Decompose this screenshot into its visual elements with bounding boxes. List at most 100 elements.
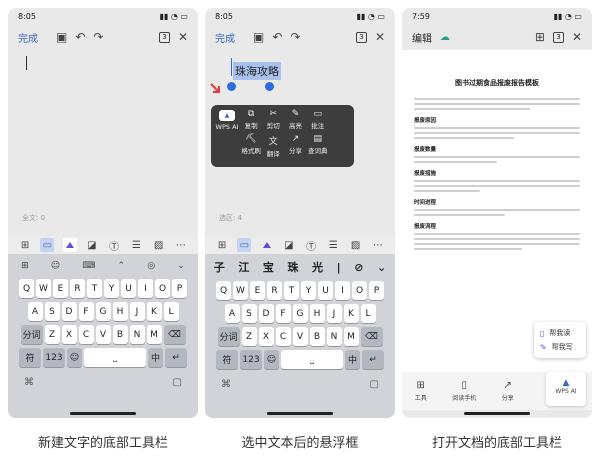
done-button[interactable]: 完成 (215, 30, 235, 45)
key[interactable]: E (250, 281, 265, 300)
selected-text[interactable]: 珠海攻略 (233, 62, 281, 80)
key[interactable]: O (155, 279, 170, 298)
key[interactable]: H (112, 302, 128, 321)
close-icon[interactable]: ✕ (572, 31, 582, 43)
selection-handle-end[interactable] (265, 82, 274, 91)
key[interactable]: X (258, 327, 274, 346)
key[interactable]: I (138, 279, 153, 298)
key[interactable]: C (78, 325, 94, 344)
backspace-key[interactable]: ⌫ (163, 325, 186, 344)
kb-collapse-icon[interactable]: ⌄ (177, 261, 185, 271)
more-icon[interactable]: ⋯ (371, 238, 385, 252)
candidate[interactable]: 江 (238, 259, 249, 275)
cloud-sync-icon[interactable]: ☁ (440, 32, 450, 43)
number-key[interactable]: 123 (43, 348, 65, 367)
lang-key[interactable]: 中 (345, 350, 360, 369)
save-icon[interactable]: ▣ (56, 31, 67, 43)
copy-button[interactable]: ⧉ 复制 (240, 109, 262, 130)
dictionary-button[interactable]: ▤ 查词典 (307, 134, 329, 158)
keyboard-switch-icon[interactable]: ⌘ (24, 377, 34, 388)
candidate[interactable]: 子 (214, 259, 225, 275)
key[interactable]: T (87, 279, 102, 298)
kb-emoji-icon[interactable]: ☺ (51, 261, 60, 271)
key[interactable]: X (61, 325, 77, 344)
key[interactable]: G (292, 304, 308, 323)
page-count-button[interactable]: 3 (158, 31, 170, 43)
key[interactable]: A (27, 302, 43, 321)
undo-icon[interactable]: ↶ (75, 31, 85, 43)
key[interactable]: L (163, 302, 179, 321)
key[interactable]: P (369, 281, 384, 300)
number-key[interactable]: 123 (240, 350, 262, 369)
selection-handle-start[interactable] (227, 82, 236, 91)
redo-icon[interactable]: ↷ (93, 31, 103, 43)
save-icon[interactable]: ▣ (253, 31, 264, 43)
grid-icon[interactable]: ⊞ (18, 238, 32, 252)
keyboard-icon[interactable]: ▭ (40, 238, 55, 252)
clipboard-icon[interactable]: ▢ (173, 377, 182, 388)
key[interactable]: R (267, 281, 282, 300)
mobile-view-button[interactable]: ▯ 阅读手机 (452, 380, 476, 402)
candidate-expand-icon[interactable]: ⌄ (377, 261, 386, 274)
grid-icon[interactable]: ⊞ (535, 31, 545, 43)
share-button[interactable]: ↗ 分享 (502, 380, 514, 402)
candidate-block-icon[interactable]: ⊘ (354, 261, 363, 274)
key[interactable]: Y (301, 281, 316, 300)
candidate[interactable]: 光 (312, 259, 323, 275)
space-key[interactable]: ⎵ (84, 348, 146, 367)
wps-ai-icon[interactable] (260, 238, 274, 252)
key[interactable]: O (352, 281, 367, 300)
key[interactable]: N (129, 325, 145, 344)
clipboard-icon[interactable]: ▢ (370, 379, 379, 390)
redo-icon[interactable]: ↷ (290, 31, 300, 43)
list-icon[interactable]: ☰ (326, 238, 340, 252)
key[interactable]: M (146, 325, 162, 344)
space-key[interactable]: ⎵ (281, 350, 343, 369)
key[interactable]: F (78, 302, 94, 321)
text-style-icon[interactable]: Ⓣ (304, 238, 318, 253)
keyboard-icon[interactable]: ▭ (237, 238, 252, 252)
key[interactable]: F (275, 304, 291, 323)
candidate[interactable]: 珠 (287, 259, 298, 275)
keyboard-switch-icon[interactable]: ⌘ (221, 379, 231, 390)
key[interactable]: N (326, 327, 342, 346)
key[interactable]: S (44, 302, 60, 321)
list-icon[interactable]: ☰ (129, 238, 143, 252)
format-icon[interactable]: ◪ (85, 238, 99, 252)
key[interactable]: T (284, 281, 299, 300)
kb-mic-icon[interactable]: ◎ (147, 261, 155, 271)
key[interactable]: B (309, 327, 325, 346)
key[interactable]: I (335, 281, 350, 300)
wps-ai-icon[interactable] (62, 238, 77, 252)
kb-keyboard-icon[interactable]: ⌨ (82, 261, 95, 271)
wps-ai-button[interactable]: ▲ WPS AI (546, 372, 586, 406)
help-write-button[interactable]: ✎ 帮我写 (540, 340, 580, 354)
key[interactable]: L (360, 304, 376, 323)
image-icon[interactable]: ▨ (152, 238, 166, 252)
key-segment[interactable]: 分词 (217, 327, 240, 346)
translate-button[interactable]: 文翻译 (262, 134, 284, 158)
share-button[interactable]: ↗ 分享 (284, 134, 306, 158)
key[interactable]: G (95, 302, 111, 321)
emoji-key[interactable]: ☺ (67, 348, 82, 367)
kb-up-icon[interactable]: ⌃ (118, 261, 126, 271)
key[interactable]: U (121, 279, 136, 298)
enter-key[interactable]: ↵ (165, 348, 187, 367)
edit-button[interactable]: 编辑 (412, 30, 432, 45)
key[interactable]: Z (241, 327, 257, 346)
key[interactable]: Q (216, 281, 231, 300)
done-button[interactable]: 完成 (18, 30, 38, 45)
page-count-button[interactable]: 3 (552, 31, 564, 43)
key[interactable]: E (53, 279, 68, 298)
symbol-key[interactable]: 符 (216, 350, 238, 369)
format-painter-button[interactable]: ⛏ 格式刷 (240, 134, 262, 158)
key-segment[interactable]: 分词 (20, 325, 43, 344)
key[interactable]: D (61, 302, 77, 321)
key[interactable]: V (292, 327, 308, 346)
tools-button[interactable]: ⊞ 工具 (415, 380, 427, 402)
key[interactable]: Q (19, 279, 34, 298)
key[interactable]: D (258, 304, 274, 323)
backspace-key[interactable]: ⌫ (360, 327, 383, 346)
comment-button[interactable]: ▭ 批注 (307, 109, 329, 130)
key[interactable]: K (343, 304, 359, 323)
